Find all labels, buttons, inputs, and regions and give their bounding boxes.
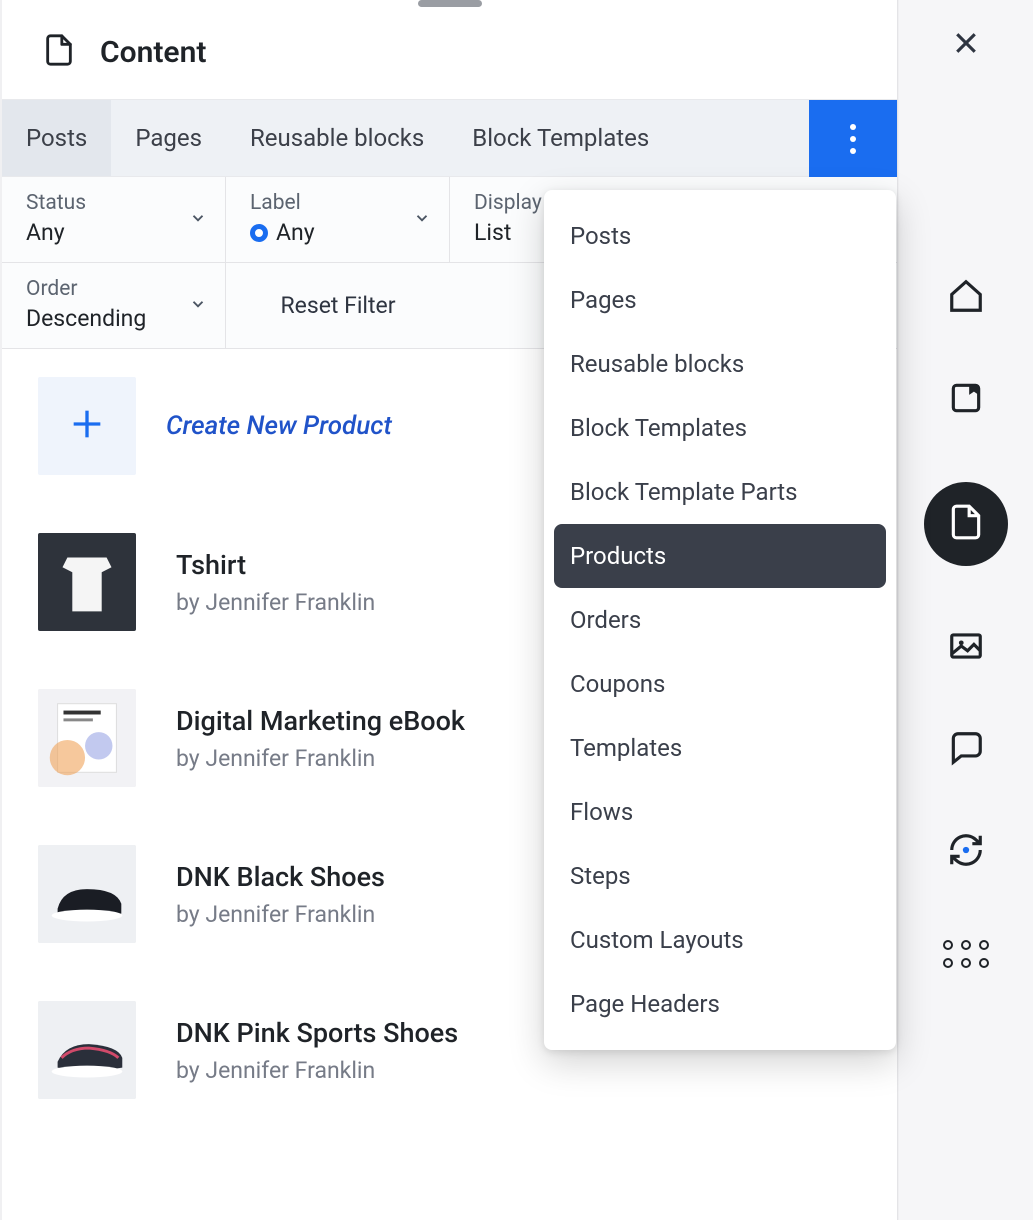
item-thumbnail [38, 845, 136, 943]
create-box [38, 377, 136, 475]
sidebar-bookmark[interactable] [946, 380, 986, 420]
filter-label-value: Any [250, 219, 427, 246]
item-meta: Tshirt by Jennifer Franklin [176, 549, 375, 616]
radio-icon [250, 224, 268, 242]
item-author: by Jennifer Franklin [176, 745, 465, 772]
sidebar-media[interactable] [946, 628, 986, 668]
page-icon [947, 503, 985, 545]
tab-posts[interactable]: Posts [2, 100, 111, 176]
sync-icon [947, 831, 985, 873]
menu-item-block-templates[interactable]: Block Templates [554, 396, 886, 460]
sidebar-nav [924, 278, 1008, 974]
menu-item-custom-layouts[interactable]: Custom Layouts [554, 908, 886, 972]
comment-icon [947, 729, 985, 771]
panel-header: Content [2, 7, 897, 99]
tab-pages[interactable]: Pages [111, 100, 226, 176]
bookmark-icon [947, 379, 985, 421]
item-meta: DNK Black Shoes by Jennifer Franklin [176, 861, 385, 928]
image-icon [947, 627, 985, 669]
tab-bar: Posts Pages Reusable blocks Block Templa… [2, 99, 897, 177]
item-author: by Jennifer Franklin [176, 589, 375, 616]
menu-item-reusable-blocks[interactable]: Reusable blocks [554, 332, 886, 396]
item-title: DNK Pink Sports Shoes [176, 1017, 458, 1049]
item-thumbnail [38, 1001, 136, 1099]
sidebar-apps[interactable] [946, 934, 986, 974]
tab-reusable-blocks[interactable]: Reusable blocks [226, 100, 448, 176]
menu-item-pages[interactable]: Pages [554, 268, 886, 332]
create-label: Create New Product [166, 411, 392, 441]
item-title: Digital Marketing eBook [176, 705, 465, 737]
sidebar-content[interactable] [924, 482, 1008, 566]
filter-label-value-text: Any [276, 219, 315, 246]
menu-item-block-template-parts[interactable]: Block Template Parts [554, 460, 886, 524]
item-thumbnail [38, 689, 136, 787]
menu-item-steps[interactable]: Steps [554, 844, 886, 908]
filter-label-label: Label [250, 191, 427, 215]
menu-item-posts[interactable]: Posts [554, 204, 886, 268]
filter-order-label: Order [26, 277, 203, 301]
chevron-down-icon [413, 209, 431, 231]
chevron-down-icon [189, 295, 207, 317]
reset-filter-label: Reset Filter [280, 292, 395, 319]
reset-filter-button[interactable]: Reset Filter [226, 263, 450, 349]
sidebar-home[interactable] [946, 278, 986, 318]
menu-item-flows[interactable]: Flows [554, 780, 886, 844]
filter-status[interactable]: Status Any [2, 177, 226, 263]
right-sidebar [899, 0, 1033, 1220]
tab-block-templates[interactable]: Block Templates [448, 100, 673, 176]
plus-icon [67, 404, 107, 448]
more-button[interactable] [809, 100, 897, 178]
drag-handle[interactable] [418, 0, 482, 7]
chevron-down-icon [189, 209, 207, 231]
content-type-menu: Posts Pages Reusable blocks Block Templa… [544, 190, 896, 1050]
filter-status-label: Status [26, 191, 203, 215]
sidebar-sync[interactable] [946, 832, 986, 872]
sidebar-comments[interactable] [946, 730, 986, 770]
more-vertical-icon [850, 124, 856, 154]
item-title: Tshirt [176, 549, 375, 581]
page-title: Content [100, 35, 206, 70]
menu-item-orders[interactable]: Orders [554, 588, 886, 652]
page-icon [42, 33, 76, 71]
item-title: DNK Black Shoes [176, 861, 385, 893]
item-author: by Jennifer Franklin [176, 901, 385, 928]
item-meta: Digital Marketing eBook by Jennifer Fran… [176, 705, 465, 772]
filter-label[interactable]: Label Any [226, 177, 450, 263]
menu-item-products[interactable]: Products [554, 524, 886, 588]
grid-icon [943, 940, 989, 968]
filter-order[interactable]: Order Descending [2, 263, 226, 349]
menu-item-coupons[interactable]: Coupons [554, 652, 886, 716]
item-thumbnail [38, 533, 136, 631]
close-icon [951, 28, 981, 62]
menu-item-templates[interactable]: Templates [554, 716, 886, 780]
filter-status-value: Any [26, 219, 203, 246]
item-author: by Jennifer Franklin [176, 1057, 458, 1084]
home-icon [947, 277, 985, 319]
menu-item-page-headers[interactable]: Page Headers [554, 972, 886, 1036]
item-meta: DNK Pink Sports Shoes by Jennifer Frankl… [176, 1017, 458, 1084]
filter-order-value: Descending [26, 305, 203, 332]
close-button[interactable] [899, 28, 1033, 62]
